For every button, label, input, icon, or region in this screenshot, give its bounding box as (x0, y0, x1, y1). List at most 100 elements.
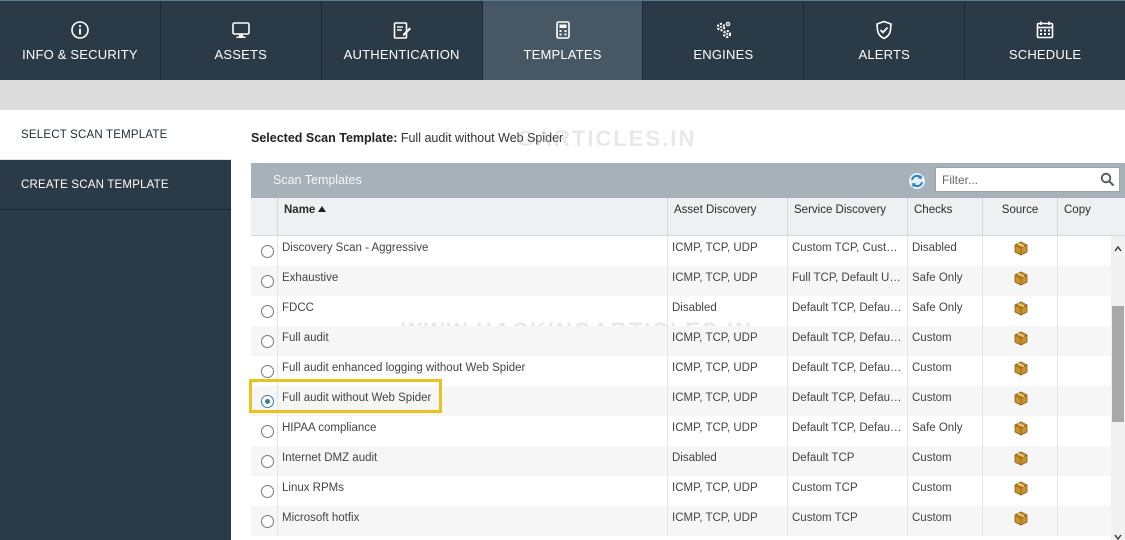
tab-alerts[interactable]: ALERTS (804, 1, 966, 80)
panel-title: Scan Templates (273, 173, 362, 187)
cell-service-discovery: Default TCP (792, 452, 855, 464)
header-select (251, 198, 277, 236)
filter-field[interactable] (935, 167, 1120, 192)
column-divider (787, 476, 788, 506)
cell-service-discovery: Custom TCP (792, 482, 858, 494)
table-row[interactable]: Linux RPMs ICMP, TCP, UDP Custom TCP Custom (251, 476, 1111, 506)
row-select-radio[interactable] (261, 305, 274, 318)
row-select-radio[interactable] (261, 245, 274, 258)
table-scrollbar[interactable] (1111, 236, 1125, 540)
column-divider (787, 266, 788, 296)
column-divider (1057, 356, 1058, 386)
row-select-radio[interactable] (261, 335, 274, 348)
scrollbar-thumb[interactable] (1112, 306, 1124, 422)
cell-asset-discovery: ICMP, TCP, UDP (672, 242, 758, 254)
column-divider (907, 386, 908, 416)
column-divider (667, 326, 668, 356)
column-divider (982, 386, 983, 416)
tab-engines[interactable]: ENGINES (643, 1, 805, 80)
tab-schedule[interactable]: SCHEDULE (965, 1, 1125, 80)
package-icon (1013, 450, 1029, 466)
refresh-icon[interactable] (907, 171, 927, 191)
cell-service-discovery: Default TCP, Default UDP (792, 392, 904, 404)
row-select-radio[interactable] (261, 275, 274, 288)
table-row[interactable]: Exhaustive ICMP, TCP, UDP Full TCP, Defaul… (251, 266, 1111, 296)
selected-template-label: Selected Scan Template: (251, 131, 398, 145)
column-divider (667, 506, 668, 536)
column-divider (667, 446, 668, 476)
column-divider (1057, 506, 1058, 536)
column-divider (667, 236, 668, 266)
table-row[interactable]: Internet DMZ audit Disabled Default TCP Cus… (251, 446, 1111, 476)
cell-service-discovery: Default TCP, Default UDP (792, 302, 904, 314)
table-row[interactable]: Discovery Scan - Aggressive ICMP, TCP, UD… (251, 236, 1111, 266)
sidebar-item-select-scan-template[interactable]: SELECT SCAN TEMPLATE (0, 110, 231, 160)
row-select-radio[interactable] (261, 455, 274, 468)
cell-checks: Custom (912, 482, 952, 494)
gears-icon (712, 19, 734, 41)
column-divider (277, 446, 278, 476)
scroll-down-icon[interactable] (1114, 528, 1122, 540)
search-icon[interactable] (1100, 172, 1115, 187)
sort-ascending-icon (318, 206, 327, 212)
header-source[interactable]: Source (982, 198, 1057, 236)
table-row[interactable]: FDCC Disabled Default TCP, Default UDP Safe… (251, 296, 1111, 326)
row-select-radio[interactable] (261, 425, 274, 438)
cell-service-discovery: Default TCP, Default UDP (792, 422, 904, 434)
selected-template-line: Selected Scan Template: Full audit witho… (251, 131, 563, 145)
column-divider (907, 446, 908, 476)
cell-checks: Custom (912, 392, 952, 404)
cell-asset-discovery: Disabled (672, 302, 717, 314)
filter-input[interactable] (936, 168, 1096, 191)
cell-asset-discovery: ICMP, TCP, UDP (672, 512, 758, 524)
column-divider (907, 416, 908, 446)
column-divider (907, 476, 908, 506)
column-divider (982, 326, 983, 356)
column-divider (907, 296, 908, 326)
top-navigation: INFO & SECURITY ASSETS AUTHENTICATION TE… (0, 0, 1125, 88)
scroll-up-icon[interactable] (1114, 240, 1122, 252)
header-name[interactable]: Name (277, 198, 667, 236)
package-icon (1013, 420, 1029, 436)
column-divider (787, 356, 788, 386)
sidebar-item-create-scan-template[interactable]: CREATE SCAN TEMPLATE (0, 160, 231, 210)
header-checks[interactable]: Checks (907, 198, 982, 236)
header-service-discovery[interactable]: Service Discovery (787, 198, 907, 236)
selected-template-value: Full audit without Web Spider (400, 131, 564, 145)
package-icon (1013, 300, 1029, 316)
cell-service-discovery: Default TCP, Default UDP (792, 332, 904, 344)
row-select-radio[interactable] (261, 485, 274, 498)
row-select-radio[interactable] (261, 365, 274, 378)
cell-asset-discovery: Disabled (672, 452, 717, 464)
column-divider (667, 476, 668, 506)
column-divider (787, 386, 788, 416)
column-divider (907, 506, 908, 536)
column-divider (1057, 236, 1058, 266)
cell-checks: Safe Only (912, 302, 963, 314)
column-divider (907, 326, 908, 356)
header-copy[interactable]: Copy (1057, 198, 1125, 236)
header-asset-discovery[interactable]: Asset Discovery (667, 198, 787, 236)
selection-highlight (249, 379, 442, 413)
tab-label: ASSETS (214, 47, 268, 62)
cell-service-discovery: Custom TCP (792, 512, 858, 524)
column-divider (667, 416, 668, 446)
cell-service-discovery: Custom TCP, Custom UDP (792, 242, 904, 254)
table-row[interactable]: Full audit ICMP, TCP, UDP Default TCP, Def… (251, 326, 1111, 356)
tab-info-security[interactable]: INFO & SECURITY (0, 1, 161, 80)
package-icon (1013, 480, 1029, 496)
header-copy-label: Copy (1064, 204, 1091, 216)
table-row[interactable]: Microsoft hotfix ICMP, TCP, UDP Custom TCP… (251, 506, 1111, 536)
tab-authentication[interactable]: AUTHENTICATION (322, 1, 483, 80)
tab-templates[interactable]: TEMPLATES (482, 1, 644, 88)
cell-asset-discovery: ICMP, TCP, UDP (672, 332, 758, 344)
column-divider (982, 296, 983, 326)
column-divider (667, 266, 668, 296)
cell-asset-discovery: ICMP, TCP, UDP (672, 422, 758, 434)
column-divider (787, 296, 788, 326)
package-icon (1013, 270, 1029, 286)
tab-label: ALERTS (858, 47, 910, 62)
tab-assets[interactable]: ASSETS (161, 1, 322, 80)
table-row[interactable]: HIPAA compliance ICMP, TCP, UDP Default TC… (251, 416, 1111, 446)
row-select-radio[interactable] (261, 515, 274, 528)
